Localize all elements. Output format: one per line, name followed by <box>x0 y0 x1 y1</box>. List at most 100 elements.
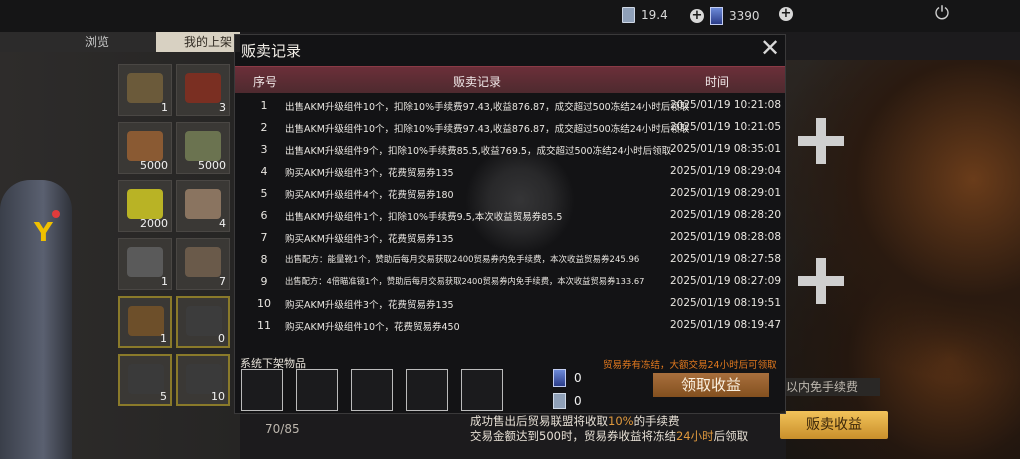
item-quantity: 2000 <box>140 217 168 230</box>
inventory-item-fabric[interactable]: 4 <box>176 180 230 232</box>
item-quantity: 1 <box>161 101 168 114</box>
stash-capacity: 70/85 <box>265 422 300 436</box>
row-time: 2025/01/19 08:19:47 <box>670 319 782 331</box>
table-row: 9 出售配方：4倍瞄准镜1个，赞助后每月交易获取2400贸易券内免手续费，本次收益… <box>235 270 785 292</box>
tab-my-listings[interactable]: 我的上架 <box>156 32 240 52</box>
row-index: 7 <box>260 231 268 244</box>
claim-ticket-amount: 0 <box>553 393 582 409</box>
inventory-item-blade[interactable]: 1 <box>118 238 172 290</box>
wood-log-icon <box>127 131 163 161</box>
row-index: 11 <box>257 319 271 332</box>
character-device: Y <box>0 180 72 459</box>
delisted-item-slot[interactable] <box>351 369 393 411</box>
row-record: 出售AKM升级组件9个，扣除10%手续费85.5,收益769.5，成交超过500… <box>285 146 672 157</box>
row-record: 出售AKM升级组件1个，扣除10%手续费9.5,本次收益贸易券85.5 <box>285 212 563 223</box>
row-record: 购买AKM升级组件10个，花费贸易券450 <box>285 322 460 333</box>
fabric-icon <box>185 189 221 219</box>
item-quantity: 10 <box>211 390 225 403</box>
row-record: 购买AKM升级组件4个，花费贸易券180 <box>285 190 454 201</box>
item-quantity: 0 <box>218 332 225 345</box>
trade-ticket-icon <box>553 393 566 409</box>
row-time: 2025/01/19 10:21:05 <box>670 121 782 133</box>
claim-card-value: 0 <box>574 371 582 385</box>
table-row: 10 购买AKM升级组件3个，花费贸易券135 2025/01/19 08:19:5… <box>235 292 785 314</box>
item-quantity: 7 <box>219 275 226 288</box>
trade-ticket-value: 19.4 <box>641 8 668 22</box>
table-row: 2 出售AKM升级组件10个，扣除10%手续费97.43,收益876.87，成交超… <box>235 116 785 138</box>
add-slot-plus-icon[interactable] <box>798 258 844 304</box>
inventory-item-rifle-2[interactable]: 5 <box>118 354 172 406</box>
delisted-item-slot[interactable] <box>406 369 448 411</box>
table-row: 1 出售AKM升级组件10个，扣除10%手续费97.43,收益876.87，成交超… <box>235 94 785 116</box>
item-quantity: 5 <box>160 390 167 403</box>
row-index: 8 <box>260 253 268 266</box>
row-time: 2025/01/19 08:35:01 <box>670 143 782 155</box>
frozen-notice: 贸易券有冻结，大额交易24小时后可领取 <box>603 360 777 371</box>
inventory-item-gear[interactable]: 7 <box>176 238 230 290</box>
inventory-item-dynamite[interactable]: 3 <box>176 64 230 116</box>
rifle-icon <box>128 364 164 394</box>
inventory-item-wrench[interactable]: 1 <box>118 296 172 348</box>
delisted-item-slot[interactable] <box>461 369 503 411</box>
table-row: 5 购买AKM升级组件4个，花费贸易券180 2025/01/19 08:29:01 <box>235 182 785 204</box>
inventory-item-sulfur[interactable]: 2000 <box>118 180 172 232</box>
inventory-item-rifle-3[interactable]: 10 <box>176 354 230 406</box>
trade-ticket-balance: 19.4 <box>622 7 668 23</box>
add-card-plus-icon[interactable]: + <box>779 7 793 21</box>
row-time: 2025/01/19 10:21:08 <box>670 99 782 111</box>
gear-icon <box>185 247 221 277</box>
market-tabs: 浏览 我的上架 <box>0 32 240 52</box>
table-row: 6 出售AKM升级组件1个，扣除10%手续费9.5,本次收益贸易券85.5 2025… <box>235 204 785 226</box>
row-time: 2025/01/19 08:27:09 <box>670 275 782 287</box>
table-row: 8 出售配方：能量靴1个，赞助后每月交易获取2400贸易券内免手续费，本次收益贸易… <box>235 248 785 270</box>
table-row: 7 购买AKM升级组件3个，花费贸易券135 2025/01/19 08:28:08 <box>235 226 785 248</box>
table-row: 11 购买AKM升级组件10个，花费贸易券450 2025/01/19 08:19:… <box>235 314 785 336</box>
notice-text: 交易金额达到500时，贸易券收益将冻结 <box>470 429 676 443</box>
fee-free-fragment: 以内免手续费 <box>786 378 880 396</box>
column-header-index: 序号 <box>253 75 278 89</box>
delisted-item-slot[interactable] <box>241 369 283 411</box>
sales-record-list[interactable]: 1 出售AKM升级组件10个，扣除10%手续费97.43,收益876.87，成交超… <box>235 94 785 346</box>
inventory-item-rifle[interactable]: 0 <box>176 296 230 348</box>
dialog-title: 贩卖记录 <box>241 42 302 60</box>
row-time: 2025/01/19 08:28:20 <box>670 209 782 221</box>
item-quantity: 1 <box>161 275 168 288</box>
row-index: 4 <box>260 165 268 178</box>
add-slot-plus-icon[interactable] <box>798 118 844 164</box>
dynamite-icon <box>185 73 221 103</box>
delisted-item-slot[interactable] <box>296 369 338 411</box>
row-index: 5 <box>260 187 268 200</box>
power-icon[interactable]: ⏻ <box>932 4 952 24</box>
inventory-item-ore[interactable]: 5000 <box>176 122 230 174</box>
faction-logo-icon: Y <box>34 218 53 248</box>
blade-icon <box>127 247 163 277</box>
row-index: 9 <box>260 275 268 288</box>
sell-revenue-button[interactable]: 贩卖收益 <box>780 411 888 439</box>
inventory-item-wood[interactable]: 5000 <box>118 122 172 174</box>
row-index: 6 <box>260 209 268 222</box>
card-value: 3390 <box>729 9 760 23</box>
claim-ticket-value: 0 <box>574 394 582 408</box>
tab-browse[interactable]: 浏览 <box>85 32 109 52</box>
add-card-button[interactable]: + <box>779 7 793 21</box>
row-index: 2 <box>260 121 268 134</box>
rifle-icon <box>186 306 222 336</box>
top-bar: 19.4 + 3390 + ⏻ <box>0 0 1020 32</box>
inventory-item-turret[interactable]: 1 <box>118 64 172 116</box>
close-icon[interactable]: ✕ <box>759 36 781 60</box>
card-balance: + 3390 <box>690 7 760 25</box>
claim-revenue-button[interactable]: 领取收益 <box>653 373 769 397</box>
table-header: 序号 贩卖记录 时间 <box>235 66 785 93</box>
item-quantity: 5000 <box>140 159 168 172</box>
notice-text: 成功售出后贸易联盟将收取 <box>470 414 608 428</box>
column-header-record: 贩卖记录 <box>453 75 502 89</box>
row-time: 2025/01/19 08:19:51 <box>670 297 782 309</box>
fee-notice: 成功售出后贸易联盟将收取10%的手续费 交易金额达到500时，贸易券收益将冻结2… <box>470 414 748 444</box>
table-row: 3 出售AKM升级组件9个，扣除10%手续费85.5,收益769.5，成交超过50… <box>235 138 785 160</box>
row-record: 出售AKM升级组件10个，扣除10%手续费97.43,收益876.87，成交超过… <box>285 124 690 135</box>
add-ticket-plus-icon[interactable]: + <box>690 9 704 23</box>
row-record: 出售配方：能量靴1个，赞助后每月交易获取2400贸易券内免手续费，本次收益贸易券… <box>285 255 640 265</box>
row-record: 购买AKM升级组件3个，花费贸易券135 <box>285 234 454 245</box>
claim-card-amount: 0 <box>553 369 582 387</box>
row-index: 1 <box>260 99 268 112</box>
